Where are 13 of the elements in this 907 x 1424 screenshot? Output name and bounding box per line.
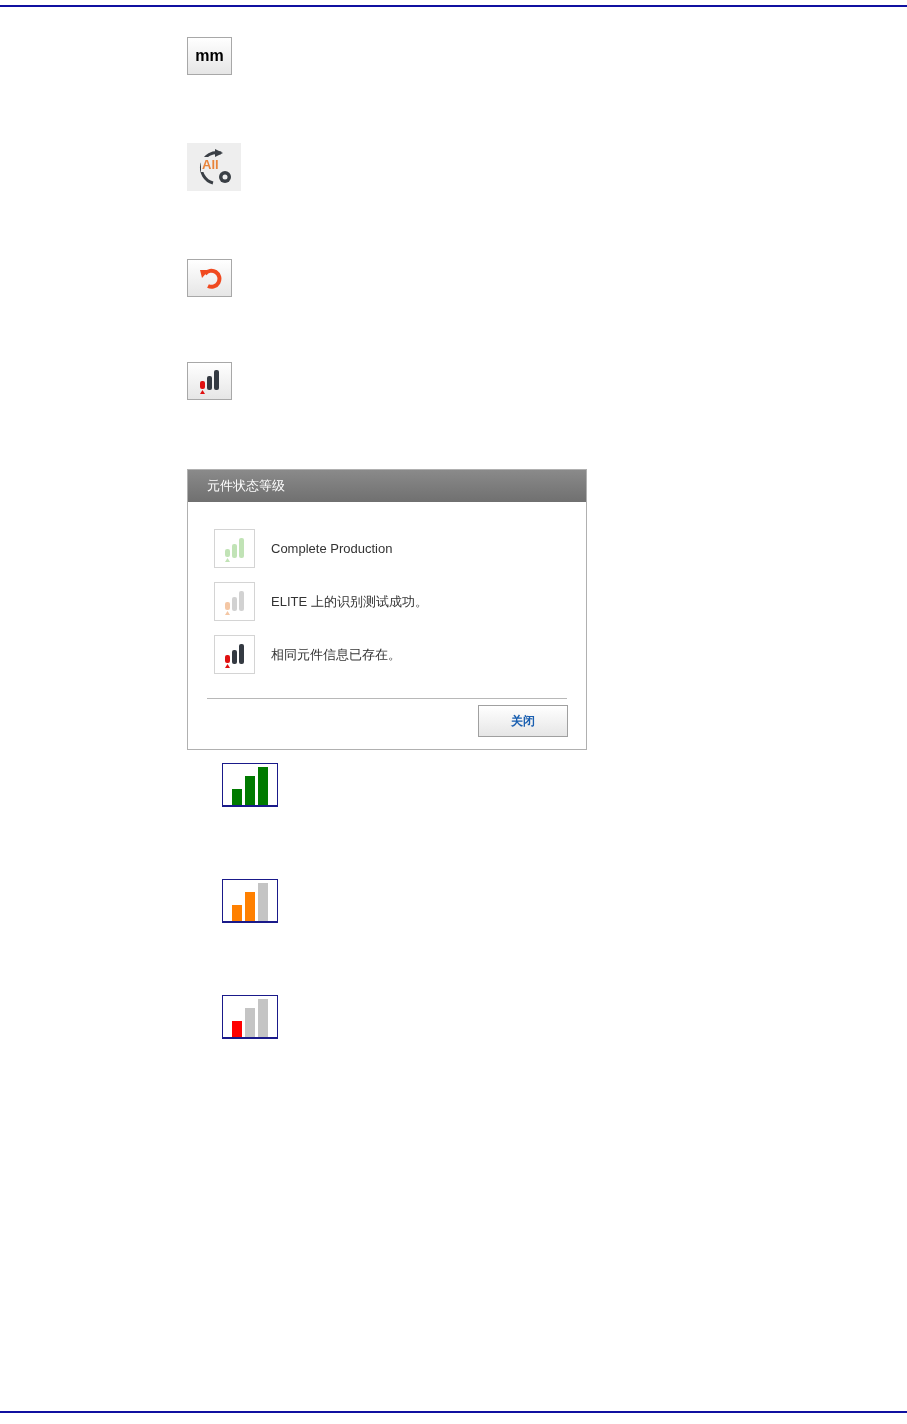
undo-button[interactable] [187, 259, 232, 297]
status-label: 相同元件信息已存在。 [271, 645, 401, 664]
status-label: Complete Production [271, 539, 393, 558]
status-level-button[interactable] [187, 362, 232, 400]
undo-icon [197, 266, 222, 290]
signal-level-icon [222, 763, 278, 807]
dialog-title: 元件状态等级 [207, 477, 285, 496]
all-label: All [201, 157, 220, 172]
signal-level-icon [222, 879, 278, 923]
signal-level-icon [222, 995, 278, 1039]
unit-button[interactable]: mm [187, 37, 232, 75]
status-label: ELITE 上的识别测试成功。 [271, 592, 428, 611]
close-button[interactable]: 关闭 [478, 705, 568, 737]
